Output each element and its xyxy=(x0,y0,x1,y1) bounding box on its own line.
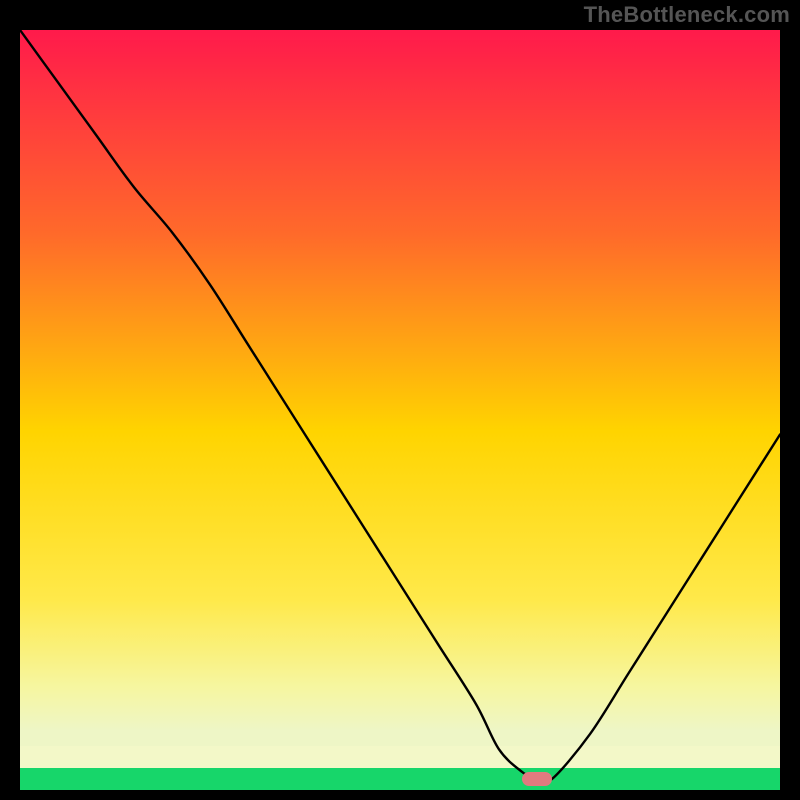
plot-inner xyxy=(20,30,780,790)
bottleneck-curve xyxy=(20,30,780,790)
chart-stage: TheBottleneck.com xyxy=(0,0,800,800)
watermark-text: TheBottleneck.com xyxy=(584,2,790,28)
plot-area xyxy=(20,30,780,790)
optimum-marker xyxy=(522,772,552,786)
